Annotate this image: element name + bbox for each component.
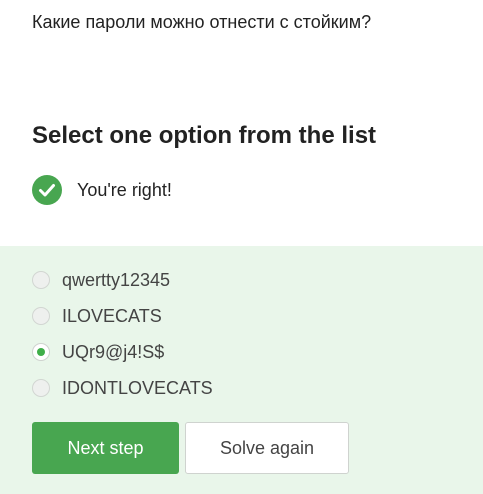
option-label: qwertty12345 <box>62 269 171 290</box>
solve-again-button[interactable]: Solve again <box>185 422 349 474</box>
feedback-text: You're right! <box>77 179 172 200</box>
option-label: ILOVECATS <box>62 305 162 326</box>
options-panel: qwertty12345 ILOVECATS UQr9@j4!S$ IDONTL… <box>0 246 483 494</box>
step-page: Какие пароли можно отнести с стойким? Se… <box>0 0 483 494</box>
option-label: UQr9@j4!S$ <box>62 341 165 362</box>
feedback-correct: You're right! <box>32 174 172 206</box>
radio-dot-icon <box>37 348 45 356</box>
option-item[interactable]: ILOVECATS <box>32 302 162 330</box>
check-circle-icon <box>32 175 62 205</box>
question-text: Какие пароли можно отнести с стойким? <box>32 12 372 32</box>
option-label: IDONTLOVECATS <box>62 377 213 398</box>
option-item[interactable]: qwertty12345 <box>32 266 170 294</box>
radio-button[interactable] <box>32 307 50 325</box>
option-item[interactable]: IDONTLOVECATS <box>32 374 213 402</box>
next-step-button[interactable]: Next step <box>32 422 179 474</box>
radio-button[interactable] <box>32 271 50 289</box>
option-item-selected[interactable]: UQr9@j4!S$ <box>32 338 164 366</box>
radio-button-selected[interactable] <box>32 343 50 361</box>
radio-button[interactable] <box>32 379 50 397</box>
task-heading: Select one option from the list <box>32 122 377 149</box>
